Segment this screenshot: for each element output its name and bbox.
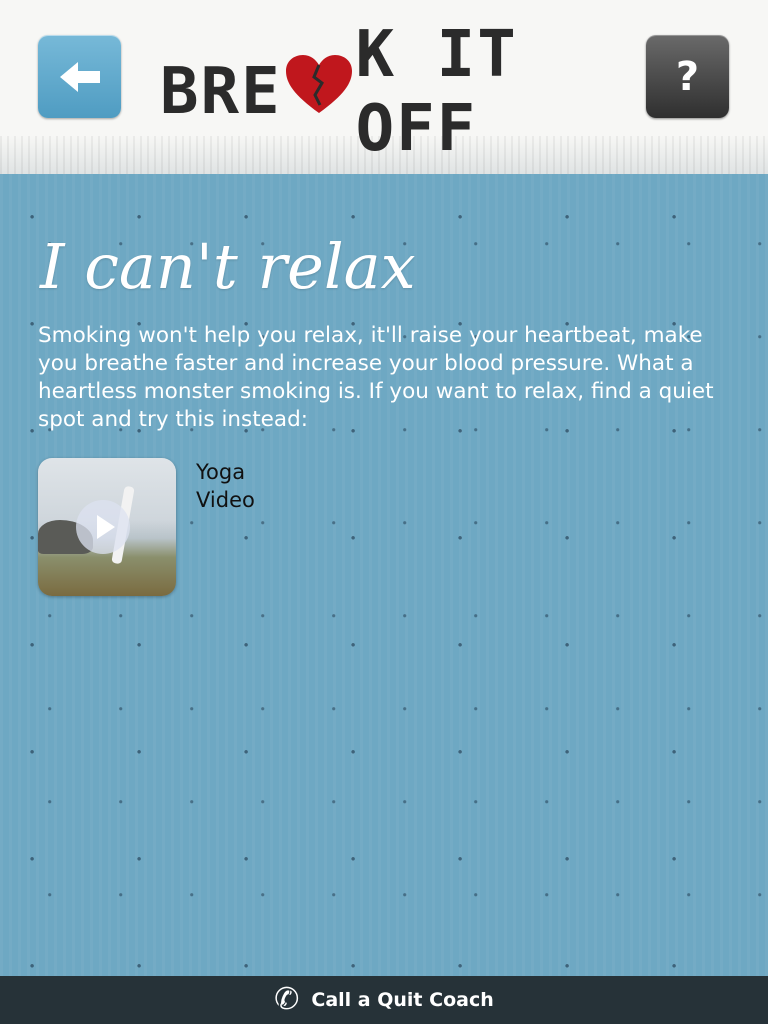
help-label: ?	[675, 53, 700, 100]
break-it-off-logo: BRE K IT OFF	[160, 18, 610, 166]
logo-text-end: K IT OFF	[355, 18, 518, 166]
video-label[interactable]: Yoga Video	[196, 458, 296, 514]
content-area: I can't relax Smoking won't help you rel…	[0, 174, 768, 976]
call-quit-coach-label: Call a Quit Coach	[311, 989, 494, 1011]
logo-text-start: BRE	[160, 55, 282, 129]
back-button[interactable]	[38, 35, 121, 118]
call-quit-coach-button[interactable]: ✆ Call a Quit Coach	[0, 976, 768, 1024]
video-label-line2: Video	[196, 488, 255, 512]
page-title: I can't relax	[40, 230, 416, 303]
phone-icon: ✆	[274, 982, 300, 1017]
yoga-video-link[interactable]: Yoga Video	[38, 458, 278, 598]
yoga-video-thumbnail[interactable]	[38, 458, 176, 596]
play-icon[interactable]	[76, 500, 130, 554]
help-button[interactable]: ?	[646, 35, 729, 118]
video-label-line1: Yoga	[196, 460, 246, 484]
header-bar: BRE K IT OFF ?	[0, 0, 768, 174]
left-arrow-icon	[59, 61, 100, 92]
intro-text: Smoking won't help you relax, it'll rais…	[38, 323, 714, 432]
broken-heart-icon	[284, 53, 354, 131]
